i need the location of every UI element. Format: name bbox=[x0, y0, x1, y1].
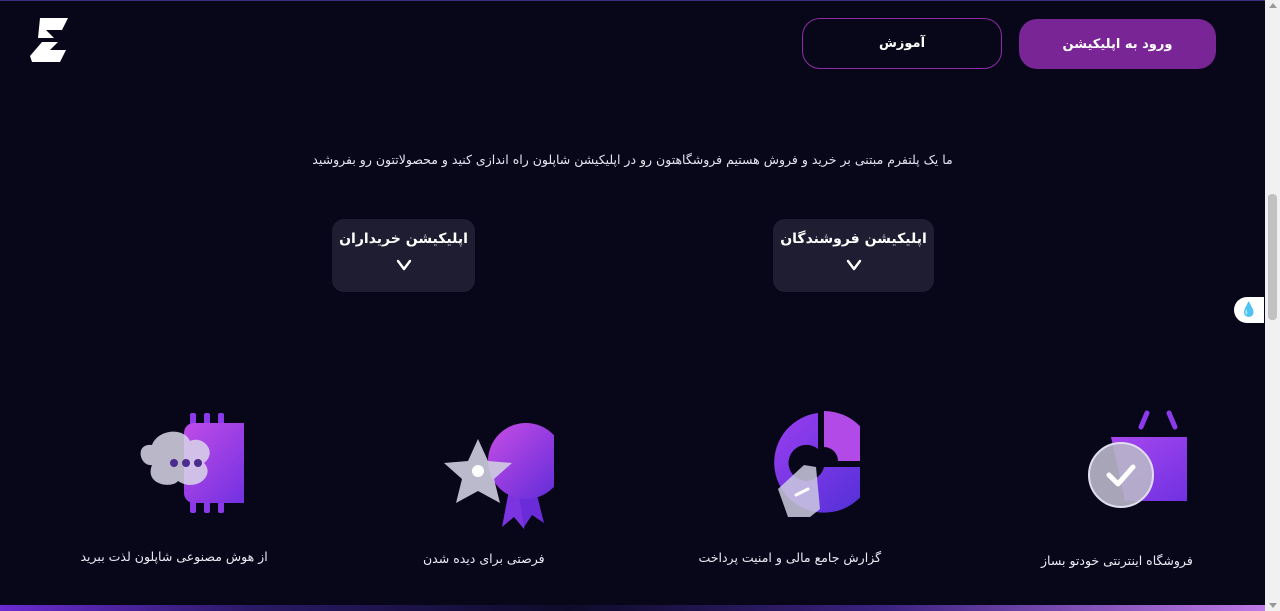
tutorial-button[interactable]: آموزش bbox=[802, 18, 1002, 69]
sellers-app-dropdown[interactable]: اپلیکیشن فروشندگان bbox=[773, 219, 934, 292]
feature-visibility: فرصتی برای دیده شدن bbox=[374, 405, 594, 566]
sellers-app-label: اپلیکیشن فروشندگان bbox=[780, 231, 927, 247]
login-app-button[interactable]: ورود به اپلیکیشن bbox=[1019, 19, 1216, 69]
feature-report: گزارش جامع مالی و امنیت پرداخت bbox=[680, 405, 900, 565]
buyers-app-dropdown[interactable]: اپلیکیشن خریداران bbox=[332, 219, 475, 292]
buyers-app-label: اپلیکیشن خریداران bbox=[339, 231, 468, 247]
feature-report-label: گزارش جامع مالی و امنیت پرداخت bbox=[698, 550, 882, 565]
shopping-basket-check-icon bbox=[1088, 410, 1187, 508]
hero-tagline: ما یک پلتفرم مبتنی بر خرید و فروش هستیم … bbox=[312, 152, 953, 167]
top-border bbox=[0, 0, 1280, 1]
feature-visibility-label: فرصتی برای دیده شدن bbox=[423, 551, 545, 566]
floating-widget-button[interactable]: 💧 bbox=[1234, 297, 1264, 323]
droplet-sparkle-icon: 💧 bbox=[1240, 302, 1258, 318]
feature-shop: فروشگاه اینترنتی خودتو بساز bbox=[1007, 405, 1227, 568]
ai-chip-chat-icon bbox=[140, 413, 244, 513]
page-scrollbar[interactable] bbox=[1265, 0, 1280, 611]
bottom-glow-divider bbox=[0, 605, 1265, 611]
chevron-down-icon bbox=[846, 259, 861, 271]
feature-shop-label: فروشگاه اینترنتی خودتو بساز bbox=[1041, 553, 1193, 568]
scroll-down-arrow-icon[interactable] bbox=[1269, 603, 1277, 608]
shaplon-logo-icon[interactable] bbox=[28, 16, 72, 64]
pie-chart-report-icon bbox=[774, 411, 860, 517]
award-star-icon bbox=[444, 423, 554, 529]
feature-ai: از هوش مصنوعی شاپلون لذت ببرید bbox=[64, 405, 284, 564]
feature-ai-label: از هوش مصنوعی شاپلون لذت ببرید bbox=[80, 549, 268, 564]
scrollbar-thumb[interactable] bbox=[1268, 194, 1277, 320]
chevron-down-icon bbox=[396, 259, 411, 271]
scroll-up-arrow-icon[interactable] bbox=[1269, 3, 1277, 8]
